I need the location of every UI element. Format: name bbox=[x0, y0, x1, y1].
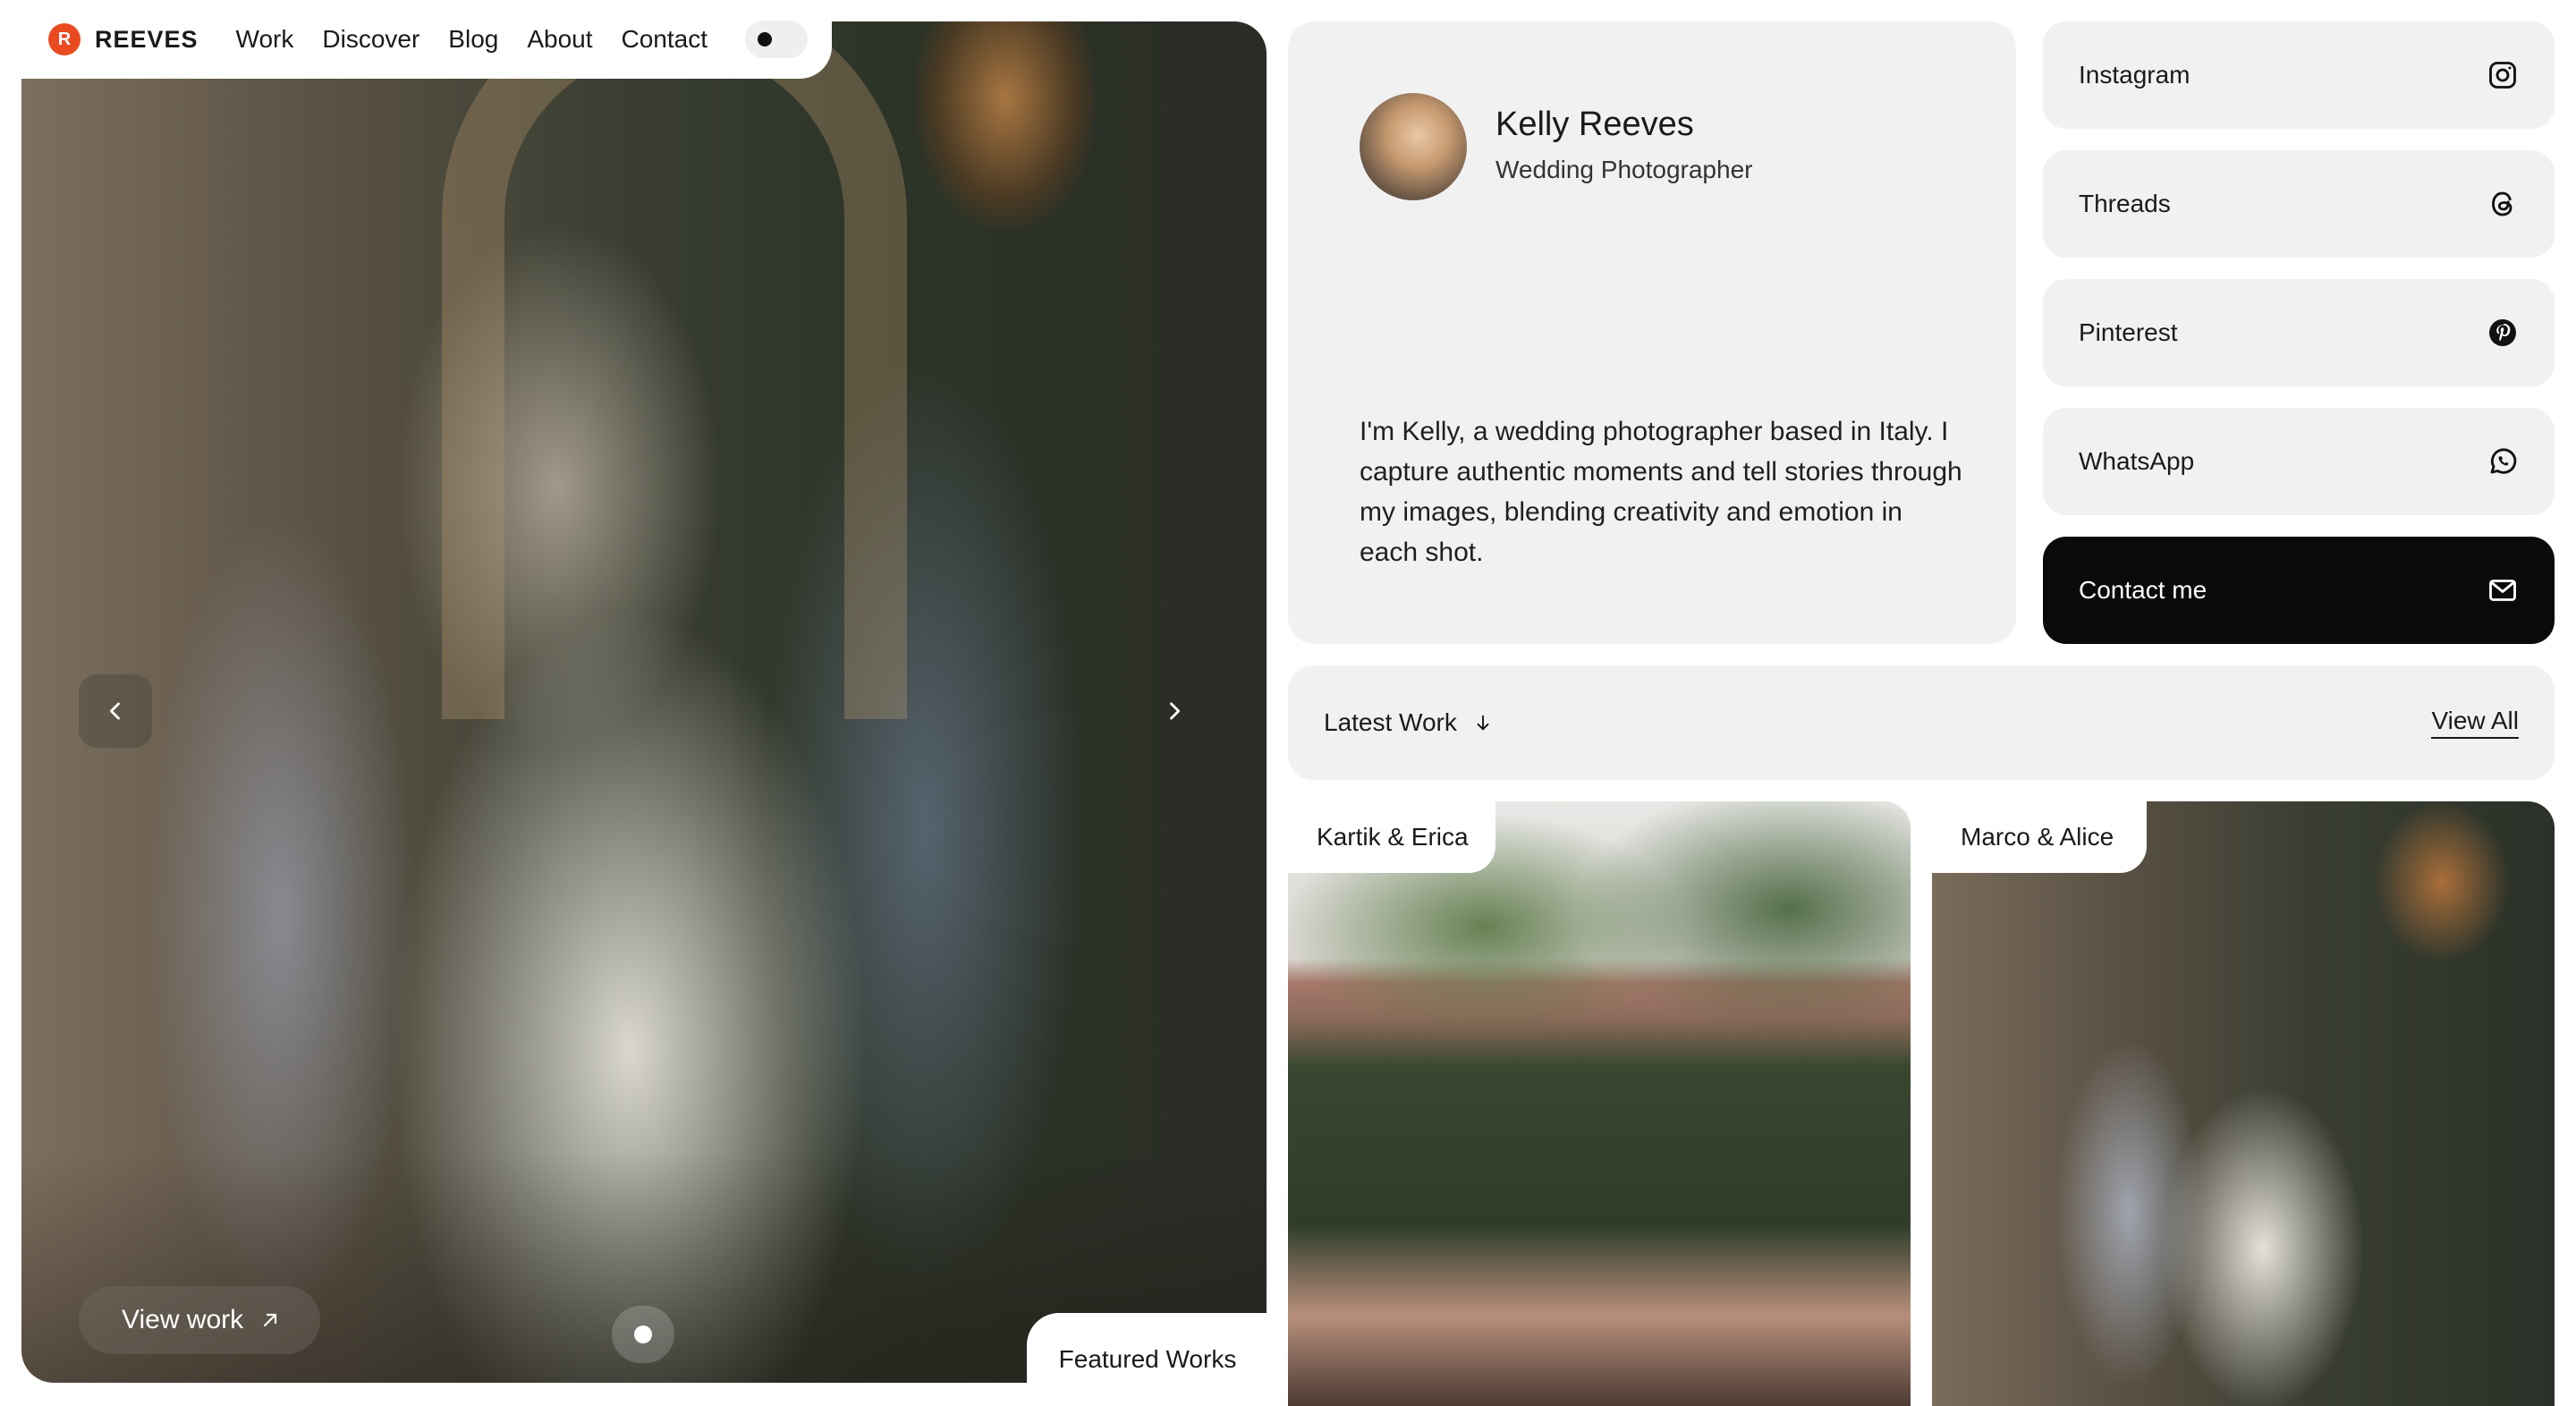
nav-link-about[interactable]: About bbox=[527, 25, 592, 54]
arrow-up-right-icon bbox=[264, 1313, 277, 1327]
nav-link-blog[interactable]: Blog bbox=[448, 25, 498, 54]
hero-chandelier-decoration bbox=[916, 21, 1095, 227]
work-title-1: Kartik & Erica bbox=[1317, 823, 1469, 851]
profile-bio: I'm Kelly, a wedding photographer based … bbox=[1360, 417, 1962, 567]
social-label-threads: Threads bbox=[2079, 190, 2171, 217]
nav-link-contact[interactable]: Contact bbox=[622, 25, 708, 54]
whatsapp-icon bbox=[2485, 444, 2521, 479]
nav-link-work[interactable]: Work bbox=[236, 25, 294, 54]
profile-card: Kelly Reeves Wedding Photographer I'm Ke… bbox=[1288, 21, 2016, 644]
social-label-instagram: Instagram bbox=[2079, 61, 2190, 89]
view-work-button[interactable]: View work bbox=[79, 1286, 321, 1354]
chevron-right-icon bbox=[1170, 702, 1181, 720]
latest-work-bar: Latest Work View All bbox=[1288, 665, 2555, 780]
carousel-next-button[interactable] bbox=[1138, 674, 1211, 748]
work-title-tab-2: Marco & Alice bbox=[1932, 801, 2147, 873]
theme-toggle-knob bbox=[758, 32, 773, 47]
work-card-marco-alice[interactable] bbox=[1932, 801, 2555, 1406]
social-link-instagram[interactable]: Instagram bbox=[2043, 21, 2555, 129]
latest-work-label: Latest Work bbox=[1324, 708, 1457, 736]
contact-me-button[interactable]: Contact me bbox=[2043, 537, 2555, 644]
featured-works-tab[interactable]: Featured Works bbox=[1027, 1313, 1268, 1406]
view-all-link[interactable]: View All bbox=[2431, 707, 2519, 739]
social-link-pinterest[interactable]: Pinterest bbox=[2043, 279, 2555, 386]
social-link-whatsapp[interactable]: WhatsApp bbox=[2043, 408, 2555, 515]
contact-me-label: Contact me bbox=[2079, 576, 2207, 604]
hero-arch-decoration bbox=[442, 21, 907, 719]
hero-image[interactable]: View work bbox=[21, 21, 1267, 1383]
pinterest-icon bbox=[2485, 315, 2521, 351]
carousel-pager-dot[interactable] bbox=[634, 1326, 652, 1343]
carousel-prev-button[interactable] bbox=[79, 674, 152, 748]
profile-role: Wedding Photographer bbox=[1496, 156, 1753, 183]
social-link-threads[interactable]: Threads bbox=[2043, 150, 2555, 258]
theme-toggle[interactable] bbox=[745, 21, 809, 58]
avatar bbox=[1360, 93, 1467, 200]
social-label-whatsapp: WhatsApp bbox=[2079, 447, 2195, 475]
nav-link-discover[interactable]: Discover bbox=[322, 25, 419, 54]
view-work-label: View work bbox=[122, 1305, 244, 1334]
carousel-pager[interactable] bbox=[612, 1306, 674, 1363]
latest-work-heading: Latest Work bbox=[1324, 708, 1493, 737]
arrow-down-icon bbox=[1477, 715, 1489, 731]
brand-logo-icon[interactable]: R bbox=[48, 23, 80, 55]
instagram-icon bbox=[2485, 57, 2521, 93]
profile-name: Kelly Reeves bbox=[1496, 106, 1694, 143]
threads-icon bbox=[2485, 186, 2521, 222]
mail-icon bbox=[2485, 572, 2521, 608]
brand-name[interactable]: REEVES bbox=[95, 26, 199, 54]
featured-works-label: Featured Works bbox=[1058, 1345, 1237, 1373]
nav-links: Work Discover Blog About Contact bbox=[236, 25, 736, 54]
chevron-left-icon bbox=[109, 702, 120, 720]
social-label-pinterest: Pinterest bbox=[2079, 318, 2178, 346]
work-card-kartik-erica[interactable] bbox=[1288, 801, 1911, 1406]
work-title-tab-1: Kartik & Erica bbox=[1288, 801, 1496, 873]
top-nav: R REEVES Work Discover Blog About Contac… bbox=[48, 20, 809, 59]
work-title-2: Marco & Alice bbox=[1961, 823, 2114, 851]
